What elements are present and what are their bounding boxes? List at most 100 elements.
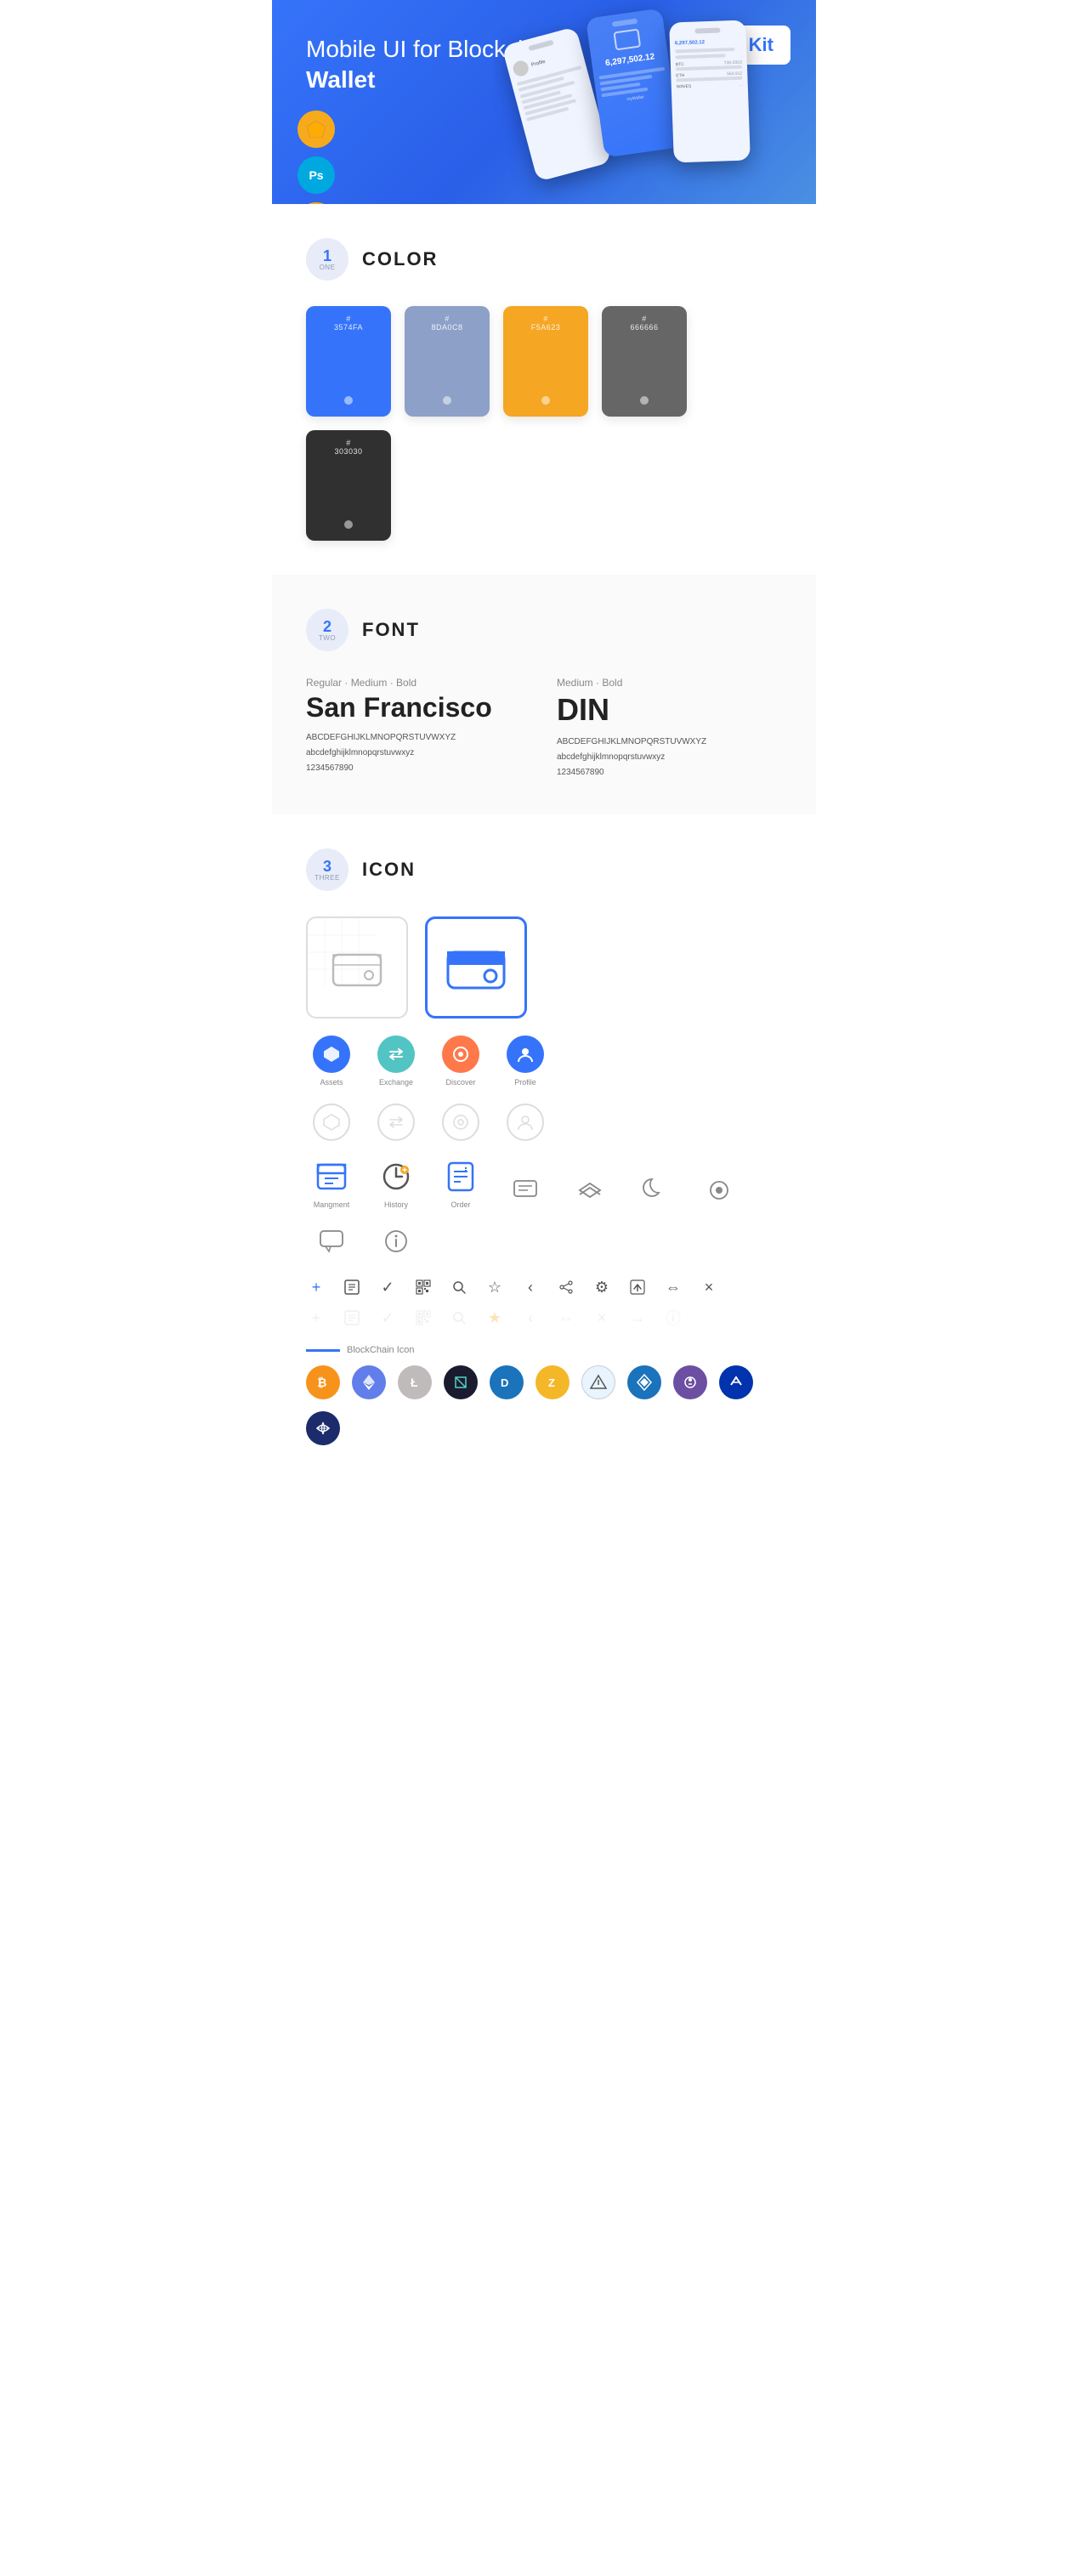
assets-circle-icon xyxy=(313,1036,350,1073)
dot-icon-item xyxy=(694,1172,745,1209)
wallet-filled-icon xyxy=(425,916,527,1018)
profile-circle-icon xyxy=(507,1036,544,1073)
share-icon xyxy=(556,1277,576,1297)
star-icon: ☆ xyxy=(484,1277,505,1297)
wallet-outline-icon xyxy=(306,916,408,1018)
font-title: FONT xyxy=(362,619,420,641)
upload-icon xyxy=(627,1277,648,1297)
color-swatches: #3574FA #8DA0C8 #F5A623 #666666 #303030 xyxy=(306,306,782,541)
svg-text:Z: Z xyxy=(548,1376,555,1389)
speech-icon xyxy=(313,1223,350,1260)
svg-text:D: D xyxy=(501,1376,508,1389)
x-faded: × xyxy=(592,1308,612,1328)
history-icon xyxy=(377,1158,415,1195)
font-section-header: 2 TWO FONT xyxy=(306,609,782,651)
font-section: 2 TWO FONT Regular · Medium · Bold San F… xyxy=(272,575,816,814)
dot-icon xyxy=(700,1172,738,1209)
augur-icon xyxy=(673,1365,707,1399)
close-icon: × xyxy=(699,1277,719,1297)
exchange-circle-icon xyxy=(377,1036,415,1073)
svg-text:Ł: Ł xyxy=(411,1376,418,1389)
icon-section: 3 THREE ICON xyxy=(272,814,816,1513)
wallet-icon-grid xyxy=(306,916,782,1018)
profile-icon-item: Profile xyxy=(500,1036,551,1087)
sketch-badge xyxy=(298,111,335,148)
color-swatch-orange: #F5A623 xyxy=(503,306,588,417)
exchange-outline-icon-item xyxy=(371,1104,422,1141)
history-icon-item: History xyxy=(371,1158,422,1209)
font-grid: Regular · Medium · Bold San Francisco AB… xyxy=(306,677,782,780)
plus-icon: + xyxy=(306,1277,326,1297)
matic-icon xyxy=(719,1365,753,1399)
assets-outline-icon-item xyxy=(306,1104,357,1141)
chat-icon xyxy=(507,1172,544,1209)
assets-outline-icon xyxy=(313,1104,350,1141)
blockchain-label-row: BlockChain Icon xyxy=(306,1345,782,1355)
color-title: COLOR xyxy=(362,248,438,270)
order-icon-item: Order xyxy=(435,1158,486,1209)
color-swatch-dark: #303030 xyxy=(306,430,391,541)
order-icon xyxy=(442,1158,479,1195)
exchange-outline-icon xyxy=(377,1104,415,1141)
search-icon-faded xyxy=(449,1308,469,1328)
screens-badge: 60+Screens xyxy=(298,202,335,204)
speech-icon-item xyxy=(306,1223,357,1260)
phone-mockup-3: 6,297,502.12 BTC 738-2003 ETH 564.912 WA… xyxy=(669,20,751,162)
list-icon-faded xyxy=(342,1308,362,1328)
discover-outline-icon xyxy=(442,1104,479,1141)
qr-icon-faded xyxy=(413,1308,434,1328)
font-sf: Regular · Medium · Bold San Francisco AB… xyxy=(306,677,531,780)
moon-icon xyxy=(636,1172,673,1209)
color-section-header: 1 ONE COLOR xyxy=(306,238,782,281)
check-icon: ✓ xyxy=(377,1277,398,1297)
resize-icon: ⇔ xyxy=(663,1277,683,1297)
zcash-icon: Z xyxy=(536,1365,570,1399)
phones-area: Profile 6,297,502.12 myWallet xyxy=(493,0,816,204)
section-num-2: 2 TWO xyxy=(306,609,348,651)
profile-outline-icon xyxy=(507,1104,544,1141)
settings-icon: ⚙ xyxy=(592,1277,612,1297)
section-num-3: 3 THREE xyxy=(306,848,348,891)
bitcoin-icon: ₿ xyxy=(306,1365,340,1399)
tool-icons-row-1: + ✓ xyxy=(306,1277,782,1297)
icon-title: ICON xyxy=(362,859,416,881)
ethereum-icon xyxy=(352,1365,386,1399)
chat-icon-item xyxy=(500,1172,551,1209)
stratis-icon xyxy=(627,1365,661,1399)
arrows-faded: ⇔ xyxy=(556,1308,576,1328)
exchange-icon-item: Exchange xyxy=(371,1036,422,1087)
icon-section-header: 3 THREE ICON xyxy=(306,848,782,891)
app-icons-row: Mangment History xyxy=(306,1158,782,1260)
ps-badge: Ps xyxy=(298,156,335,194)
filled-icons-row: Assets Exchange Discover xyxy=(306,1036,782,1087)
blockchain-label: BlockChain Icon xyxy=(347,1345,415,1355)
hero-badges: Ps 60+Screens xyxy=(298,111,335,204)
blockchain-divider xyxy=(306,1349,340,1352)
management-icon-item: Mangment xyxy=(306,1158,357,1209)
assets-icon-item: Assets xyxy=(306,1036,357,1087)
layers-icon xyxy=(571,1172,609,1209)
chevron-left-icon: ‹ xyxy=(520,1277,541,1297)
hero-section: Mobile UI for Blockchain Wallet UI Kit P… xyxy=(272,0,816,204)
neo-icon xyxy=(444,1365,478,1399)
plus-icon-faded: + xyxy=(306,1308,326,1328)
iota-icon xyxy=(581,1365,615,1399)
tool-icons-row-2: + ✓ xyxy=(306,1308,782,1328)
qr-icon xyxy=(413,1277,434,1297)
dash-icon: D xyxy=(490,1365,524,1399)
arrow-faded: → xyxy=(627,1308,648,1328)
management-icon xyxy=(313,1158,350,1195)
check-icon-faded: ✓ xyxy=(377,1308,398,1328)
discover-outline-icon-item xyxy=(435,1104,486,1141)
other-icon xyxy=(306,1411,340,1445)
layers-icon-item xyxy=(564,1172,615,1209)
moon-icon-item xyxy=(629,1172,680,1209)
color-swatch-slate: #8DA0C8 xyxy=(405,306,490,417)
outline-icons-row xyxy=(306,1104,782,1141)
svg-text:₿: ₿ xyxy=(317,1376,326,1389)
chevron-faded: ‹ xyxy=(520,1308,541,1328)
list-icon xyxy=(342,1277,362,1297)
info-icon-item xyxy=(371,1223,422,1260)
color-section: 1 ONE COLOR #3574FA #8DA0C8 #F5A623 #666… xyxy=(272,204,816,575)
search-icon xyxy=(449,1277,469,1297)
